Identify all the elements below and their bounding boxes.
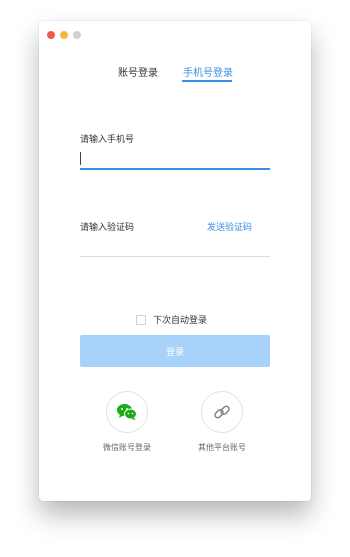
minimize-window-button[interactable] [60,31,68,39]
wechat-login-button[interactable] [106,391,148,433]
maximize-window-button[interactable] [73,31,81,39]
auto-login-option[interactable]: 下次自动登录 [136,313,207,326]
phone-input[interactable] [80,150,270,168]
phone-field-label: 请输入手机号 [80,135,135,145]
other-platform-login-option[interactable]: 其他平台账号 [182,391,262,453]
code-field-label: 请输入验证码 [80,223,135,233]
auto-login-label: 下次自动登录 [153,316,208,326]
wechat-login-option[interactable]: 微信账号登录 [87,391,167,453]
auto-login-checkbox[interactable] [136,314,146,325]
login-button[interactable]: 登录 [80,335,270,367]
active-tab-indicator [182,80,232,82]
wechat-login-label: 微信账号登录 [103,443,151,452]
other-platform-login-button[interactable] [201,391,243,433]
window-controls [47,31,81,39]
login-window: 账号登录 手机号登录 请输入手机号 请输入验证码 发送验证码 下次自动登录 登录… [39,21,311,501]
code-input-underline [80,256,270,257]
other-platform-login-label: 其他平台账号 [198,443,246,452]
send-code-button[interactable]: 发送验证码 [207,220,252,233]
tab-phone-login[interactable]: 手机号登录 [183,64,233,79]
login-tabs: 账号登录 手机号登录 [39,64,311,84]
tab-account-login[interactable]: 账号登录 [118,64,158,79]
phone-input-underline [80,168,270,170]
text-cursor [80,152,81,165]
close-window-button[interactable] [47,31,55,39]
verification-code-input[interactable] [80,236,270,254]
link-icon [214,405,230,419]
wechat-icon [117,404,137,421]
